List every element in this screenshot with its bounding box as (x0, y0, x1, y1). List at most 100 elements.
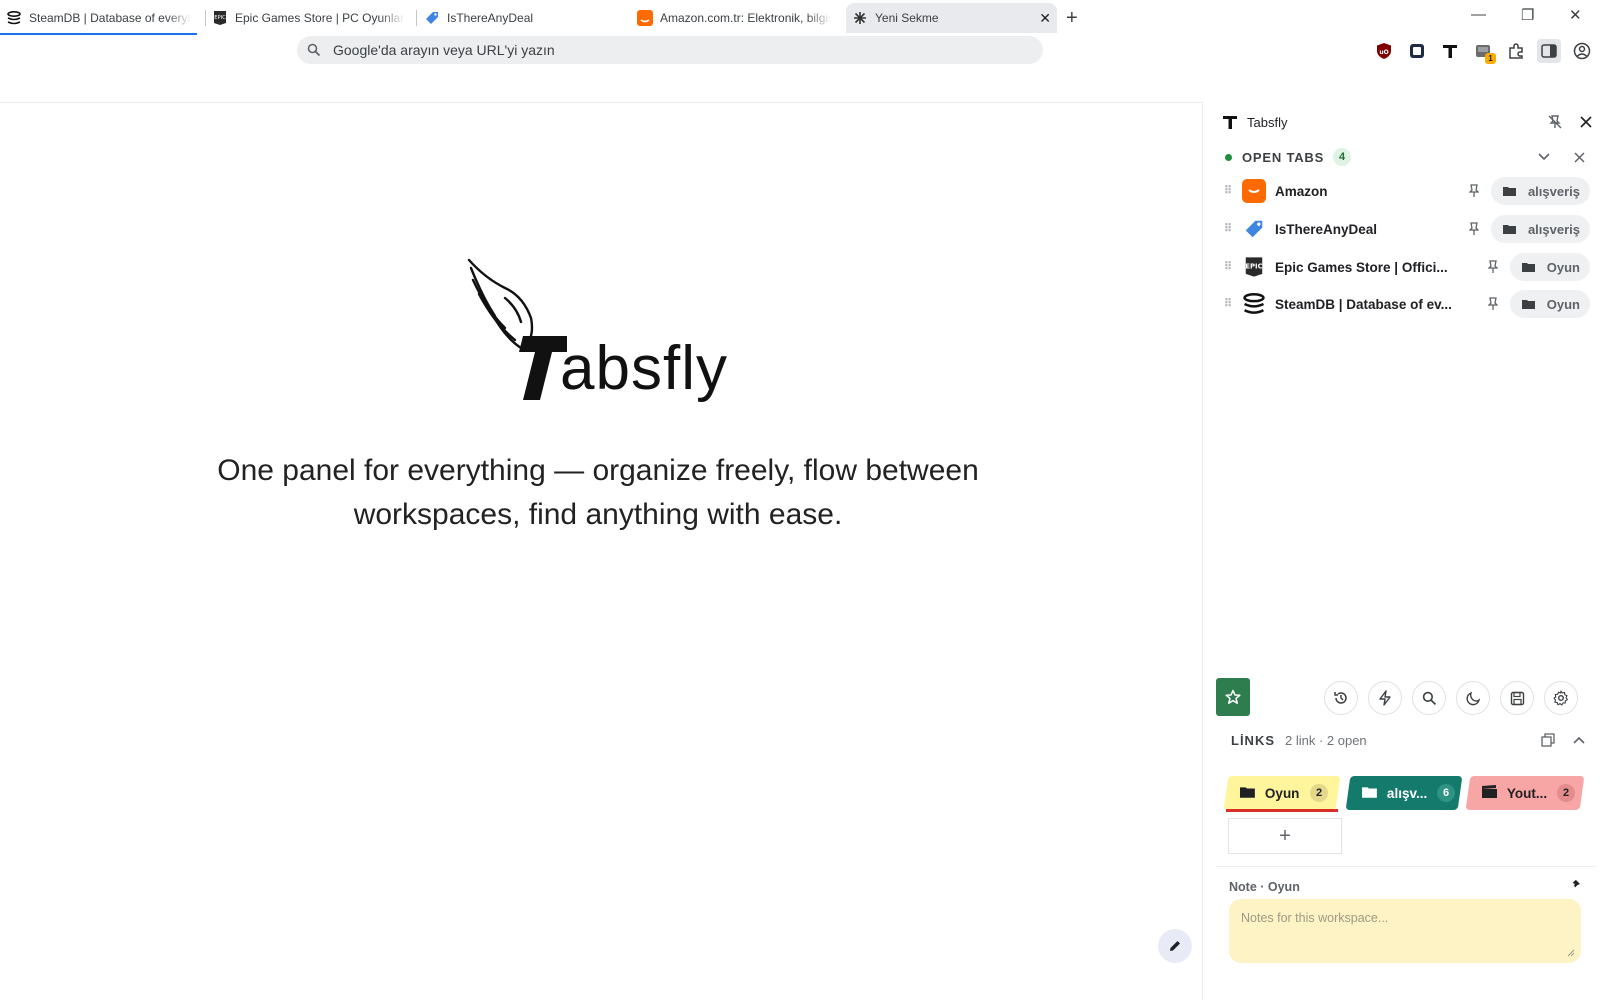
tabsfly-icon (1223, 116, 1237, 129)
customize-button[interactable] (1158, 929, 1192, 963)
open-tab-row[interactable]: ⠿ Amazon alışveriş (1222, 174, 1590, 208)
pin-icon[interactable] (1486, 260, 1500, 274)
minimize-button[interactable]: — (1471, 6, 1486, 23)
close-section-icon[interactable] (1574, 151, 1585, 163)
panel-header: Tabsfly (1222, 110, 1592, 134)
workspace-chip[interactable]: Oyun (1509, 290, 1590, 318)
tab-amazon[interactable]: Amazon.com.tr: Elektronik, bilgisa (631, 4, 838, 32)
new-tab-button[interactable]: + (1066, 7, 1078, 30)
folder-icon (1521, 297, 1535, 312)
quick-actions-button[interactable] (1368, 681, 1402, 715)
open-tab-row[interactable]: ⠿ IsThereAnyDeal alışveriş (1222, 212, 1590, 246)
close-window-button[interactable]: ✕ (1569, 6, 1582, 24)
tabsfly-side-panel: Tabsfly OPEN TABS 4 ⠿ Amazon alışveriş ⠿… (1212, 102, 1600, 1000)
extensions-toolbar: uO 1 (1372, 39, 1594, 64)
star-icon (1225, 689, 1241, 704)
profile-icon[interactable] (1570, 39, 1594, 63)
workspace-tab-oyun[interactable]: Oyun 2 (1223, 776, 1341, 810)
save-icon (1510, 691, 1524, 705)
open-tabs-count: 4 (1333, 148, 1352, 166)
status-dot (1225, 153, 1232, 161)
pin-icon[interactable] (1486, 297, 1500, 311)
note-label: Note · Oyun (1229, 879, 1300, 894)
tab-epic[interactable]: EPIC Epic Games Store | PC Oyunlarını (206, 4, 411, 32)
chevron-up-icon[interactable] (1573, 736, 1585, 744)
history-button[interactable] (1324, 681, 1358, 715)
folder-icon (1240, 786, 1255, 801)
history-icon (1334, 692, 1347, 704)
gear-icon (1553, 690, 1568, 706)
tab-title: Epic Games Store | PC Oyunlarını (235, 11, 405, 25)
drag-handle-icon[interactable]: ⠿ (1222, 299, 1234, 310)
favorites-button[interactable] (1216, 678, 1250, 716)
tab-title: SteamDB | Database of everything (29, 11, 191, 25)
links-label: LİNKS (1231, 732, 1275, 748)
open-tab-row[interactable]: ⠿ EPIC Epic Games Store | Offici... Oyun (1222, 250, 1590, 284)
restore-button[interactable]: ❐ (1521, 6, 1534, 24)
folder-icon (1502, 184, 1516, 199)
open-tab-title: Amazon (1275, 183, 1328, 199)
open-tab-title: SteamDB | Database of ev... (1275, 296, 1452, 312)
pin-icon[interactable] (1467, 222, 1481, 236)
isthereanydeal-icon (1242, 217, 1266, 241)
address-placeholder: Google'da arayın veya URL'yi yazın (333, 42, 555, 58)
tabsfly-extension-icon[interactable] (1438, 39, 1462, 63)
save-button[interactable] (1500, 681, 1534, 715)
open-tab-title: Epic Games Store | Offici... (1275, 259, 1448, 275)
links-summary: 2 link · 2 open (1285, 732, 1367, 748)
folder-icon (1502, 222, 1516, 237)
settings-button[interactable] (1544, 681, 1578, 715)
tab-strip: SteamDB | Database of everything EPIC Ep… (0, 0, 1600, 36)
panel-title: Tabsfly (1247, 114, 1288, 130)
workspace-count: 6 (1437, 784, 1456, 802)
close-panel-icon[interactable] (1580, 116, 1592, 128)
pencil-icon (1170, 941, 1180, 951)
new-tab-page: absfly One panel for everything — organi… (0, 102, 1203, 1000)
chevron-down-icon[interactable] (1538, 153, 1550, 161)
workspace-tab-alisveris[interactable]: alışv... 6 (1345, 776, 1463, 810)
game-extension-icon[interactable]: 1 (1471, 39, 1496, 64)
logo-wordmark: absfly (560, 334, 728, 403)
unpin-panel-icon[interactable] (1548, 115, 1562, 129)
workspace-chip[interactable]: Oyun (1509, 253, 1590, 281)
workspace-chip[interactable]: alışveriş (1490, 177, 1590, 205)
note-header: Note · Oyun (1229, 879, 1581, 894)
workspace-count: 2 (1557, 784, 1576, 802)
copy-icon[interactable] (1541, 733, 1555, 747)
drag-handle-icon[interactable]: ⠿ (1222, 186, 1234, 197)
tab-isthereanydeal[interactable]: IsThereAnyDeal (418, 4, 628, 32)
panel-toolbar (1216, 678, 1596, 716)
pin-icon[interactable] (1467, 184, 1481, 198)
drag-handle-icon[interactable]: ⠿ (1222, 262, 1234, 273)
workspace-chip[interactable]: alışveriş (1490, 215, 1590, 243)
folder-icon (1521, 260, 1535, 275)
close-tab-icon[interactable]: ✕ (1039, 10, 1051, 27)
pin-note-icon[interactable] (1569, 879, 1581, 894)
resize-handle-icon[interactable] (1567, 949, 1575, 957)
clapperboard-icon (1482, 785, 1497, 801)
bookmark-extension-icon[interactable] (1405, 39, 1429, 63)
tab-new-tab[interactable]: Yeni Sekme ✕ (846, 3, 1057, 33)
epic-icon: EPIC (1242, 255, 1266, 279)
folder-icon (1362, 786, 1377, 801)
tagline: One panel for everything — organize free… (217, 454, 979, 531)
active-workspace-indicator (1226, 809, 1338, 812)
workspace-count: 2 (1309, 784, 1328, 802)
workspace-tab-youtube[interactable]: Yout... 2 (1465, 776, 1585, 810)
side-panel-icon[interactable] (1537, 39, 1561, 63)
moon-icon (1465, 691, 1480, 705)
svg-text:uO: uO (1379, 49, 1388, 56)
drag-handle-icon[interactable]: ⠿ (1222, 224, 1234, 235)
ublock-icon[interactable]: uO (1372, 39, 1396, 63)
add-workspace-button[interactable]: + (1228, 818, 1342, 854)
search-button[interactable] (1412, 681, 1446, 715)
tab-steamdb[interactable]: SteamDB | Database of everything (0, 4, 197, 32)
address-bar[interactable]: Google'da arayın veya URL'yi yazın (297, 36, 1043, 64)
tab-title: IsThereAnyDeal (447, 11, 534, 25)
epic-icon: EPIC (212, 10, 228, 26)
note-textarea[interactable]: Notes for this workspace... (1229, 899, 1581, 963)
open-tab-row[interactable]: ⠿ SteamDB | Database of ev... Oyun (1222, 287, 1590, 321)
extensions-puzzle-icon[interactable] (1504, 39, 1528, 63)
dark-mode-button[interactable] (1456, 681, 1490, 715)
tab-title: Yeni Sekme (875, 11, 939, 25)
